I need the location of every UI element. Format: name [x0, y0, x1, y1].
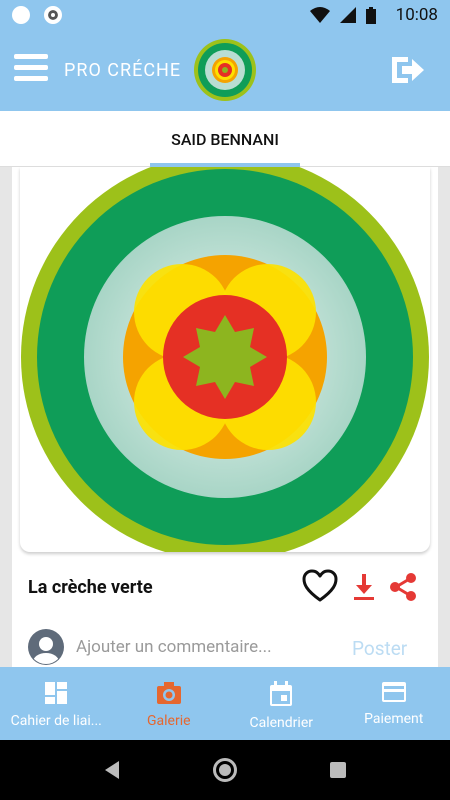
comment-input[interactable] [76, 637, 336, 657]
hamburger-menu-icon[interactable] [14, 54, 48, 84]
bottom-navigation: Cahier de liai... Galerie Calendrier Pai… [0, 667, 450, 740]
logout-icon[interactable] [388, 54, 426, 86]
share-icon[interactable] [388, 572, 418, 602]
app-title: PRO CRÉCHE [64, 60, 182, 81]
creche-logo-image [21, 167, 429, 552]
nav-label: Cahier de liai... [10, 713, 102, 729]
app-bar: PRO CRÉCHE [0, 30, 450, 111]
home-icon[interactable] [213, 758, 237, 782]
nav-label: Paiement [364, 711, 424, 727]
sync-indicator-icon [44, 6, 62, 24]
heart-icon[interactable] [302, 569, 338, 603]
status-bar: 10:08 [0, 0, 450, 30]
child-tab-bar: SAID BENNANI [0, 111, 450, 167]
nav-galerie[interactable]: Galerie [113, 667, 226, 740]
recent-apps-icon[interactable] [330, 762, 346, 778]
camera-icon [156, 682, 181, 704]
system-icons [310, 7, 376, 24]
calendar-icon [270, 681, 293, 706]
nav-cahier-de-liaison[interactable]: Cahier de liai... [0, 667, 113, 740]
nav-calendrier[interactable]: Calendrier [225, 667, 338, 740]
post-card: La crèche verte Poster [12, 167, 438, 667]
nav-paiement[interactable]: Paiement [338, 667, 450, 740]
post-photo[interactable] [20, 167, 430, 552]
dashboard-icon [45, 682, 68, 704]
post-comment-button[interactable]: Poster [352, 637, 407, 660]
system-navigation-bar [0, 740, 450, 800]
app-logo [194, 39, 256, 101]
gallery-feed[interactable]: La crèche verte Poster [0, 167, 450, 667]
wifi-icon [310, 7, 330, 23]
clock: 10:08 [395, 5, 438, 25]
battery-icon [366, 7, 376, 24]
back-icon[interactable] [103, 760, 121, 780]
notification-dot-icon [12, 6, 30, 24]
credit-card-icon [381, 682, 406, 702]
user-avatar-icon [28, 629, 64, 665]
nav-label: Galerie [146, 713, 191, 729]
post-title: La crèche verte [28, 577, 153, 598]
nav-label: Calendrier [249, 715, 314, 731]
download-icon[interactable] [352, 572, 376, 602]
signal-icon [340, 7, 356, 23]
tab-child-name[interactable]: SAID BENNANI [150, 130, 300, 149]
